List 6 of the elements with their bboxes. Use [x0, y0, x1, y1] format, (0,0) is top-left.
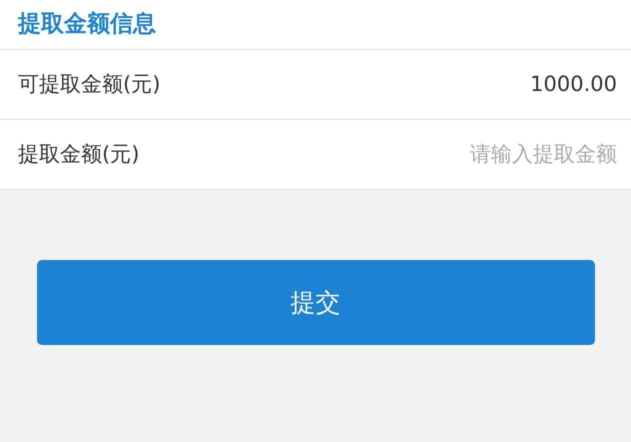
amount-value: 1000.00 [530, 70, 617, 98]
section-title: 提取金额信息 [18, 13, 156, 36]
field-label: 提取金额(元) [18, 140, 140, 168]
amount-input-field[interactable]: 请输入提取金额 [387, 138, 617, 170]
submit-button[interactable]: 提交 [36, 260, 594, 345]
field-label: 可提取金额(元) [18, 70, 160, 98]
